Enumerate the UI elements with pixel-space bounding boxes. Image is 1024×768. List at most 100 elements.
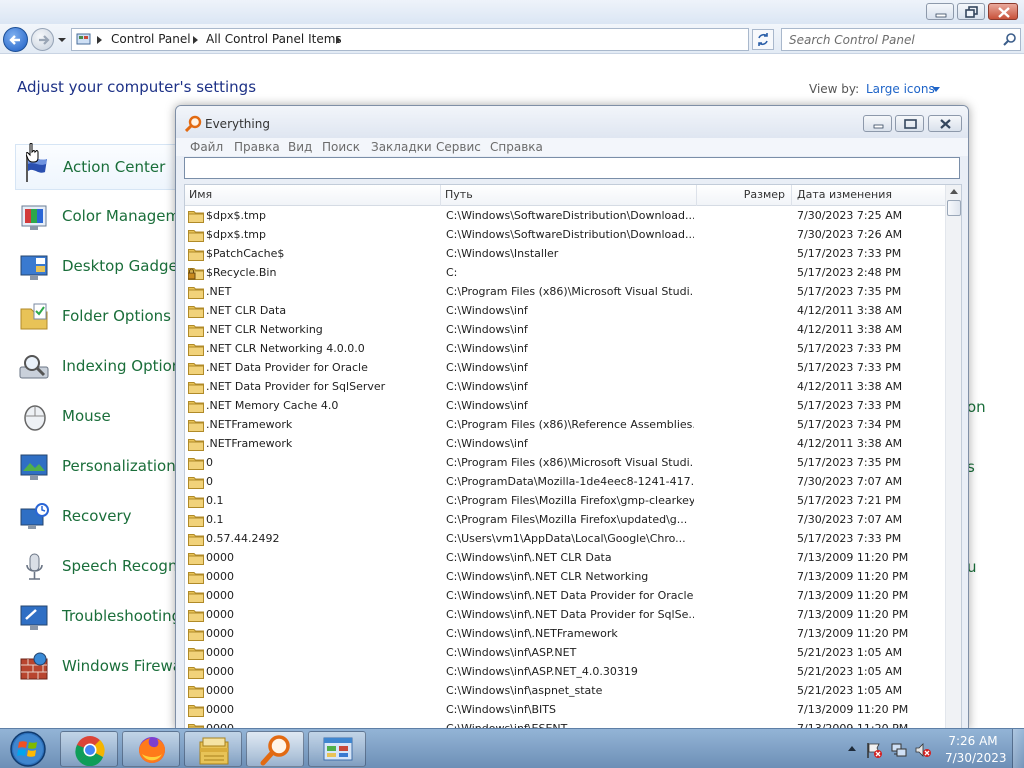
result-row[interactable]: 0000 C:\Windows\inf\.NET CLR Data 7/13/200… xyxy=(185,549,945,568)
show-hidden-icons-button[interactable] xyxy=(848,746,856,751)
folder-icon xyxy=(188,496,204,508)
chevron-down-icon[interactable] xyxy=(932,87,940,92)
menu-search[interactable]: Поиск xyxy=(322,140,360,154)
view-by-dropdown[interactable]: Large icons xyxy=(866,82,935,96)
result-row[interactable]: .NETFramework C:\Program Files (x86)\Refe… xyxy=(185,416,945,435)
cp-item-indexing-options[interactable]: Indexing Options xyxy=(15,344,189,390)
result-row[interactable]: 0000 C:\Windows\inf\.NET CLR Networking 7/… xyxy=(185,568,945,587)
breadcrumb-separator[interactable] xyxy=(336,36,341,44)
taskbar-file-explorer[interactable] xyxy=(184,731,242,767)
volume-muted-icon[interactable] xyxy=(914,741,932,759)
breadcrumb-all-items[interactable]: All Control Panel Items xyxy=(206,32,342,46)
control-panel-icon xyxy=(76,33,91,45)
column-header-size[interactable]: Размер xyxy=(697,185,792,206)
cp-item-desktop-gadgets[interactable]: Desktop Gadgets xyxy=(15,244,191,290)
cp-item-label: Personalization xyxy=(62,457,176,475)
start-button[interactable] xyxy=(2,729,54,768)
result-path: C:\Windows\inf xyxy=(446,342,528,355)
taskbar-control-panel[interactable] xyxy=(308,731,366,767)
forward-button[interactable] xyxy=(31,28,54,51)
results-list[interactable]: Имя Путь Размер Дата изменения $dpx$.tmp… xyxy=(184,184,962,729)
back-button[interactable] xyxy=(3,27,28,52)
everything-titlebar[interactable]: Everything xyxy=(176,106,968,138)
result-row[interactable]: 0 C:\Program Files (x86)\Microsoft Visual… xyxy=(185,454,945,473)
search-icon[interactable] xyxy=(1002,32,1017,47)
result-name: 0000 xyxy=(206,570,234,583)
scrollbar-thumb[interactable] xyxy=(947,200,961,216)
result-row[interactable]: .NET C:\Program Files (x86)\Microsoft Vis… xyxy=(185,283,945,302)
menu-view[interactable]: Вид xyxy=(288,140,312,154)
cp-item-partial-label[interactable]: on xyxy=(967,398,986,416)
result-row[interactable]: 0000 C:\Windows\inf\.NETFramework 7/13/200… xyxy=(185,625,945,644)
cp-item-recovery[interactable]: Recovery xyxy=(15,494,180,540)
menu-file[interactable]: Файл xyxy=(190,140,223,154)
search-input[interactable] xyxy=(783,30,993,49)
result-row[interactable]: .NET CLR Networking C:\Windows\inf 4/12/20… xyxy=(185,321,945,340)
cp-item-personalization[interactable]: Personalization xyxy=(15,444,180,490)
result-name: 0000 xyxy=(206,684,234,697)
menu-tools[interactable]: Сервис xyxy=(436,140,481,154)
result-row[interactable]: 0000 C:\Windows\inf\.NET Data Provider fo… xyxy=(185,606,945,625)
result-row[interactable]: .NET Memory Cache 4.0 C:\Windows\inf 5/17/… xyxy=(185,397,945,416)
taskbar-firefox[interactable] xyxy=(122,731,180,767)
address-bar[interactable]: Control Panel All Control Panel Items xyxy=(71,28,812,51)
result-row[interactable]: 0000 C:\Windows\inf\BITS 7/13/2009 11:20 P… xyxy=(185,701,945,720)
result-row[interactable]: 0.1 C:\Program Files\Mozilla Firefox\upda… xyxy=(185,511,945,530)
result-row[interactable]: $dpx$.tmp C:\Windows\SoftwareDistribution… xyxy=(185,226,945,245)
action-center-flag-icon[interactable] xyxy=(865,741,883,759)
result-row[interactable]: 0000 C:\Windows\inf\.NET Data Provider fo… xyxy=(185,587,945,606)
breadcrumb-separator[interactable] xyxy=(193,36,198,44)
maximize-button[interactable] xyxy=(895,115,924,132)
taskbar-chrome[interactable] xyxy=(60,731,118,767)
cp-item-troubleshooting[interactable]: Troubleshooting xyxy=(15,594,181,640)
vertical-scrollbar[interactable] xyxy=(945,185,961,729)
result-row[interactable]: $PatchCache$ C:\Windows\Installer 5/17/202… xyxy=(185,245,945,264)
column-header-name[interactable]: Имя xyxy=(185,185,441,206)
result-row[interactable]: $dpx$.tmp C:\Windows\SoftwareDistribution… xyxy=(185,207,945,226)
result-row[interactable]: .NET Data Provider for SqlServer C:\Windo… xyxy=(185,378,945,397)
result-row[interactable]: 0000 C:\Windows\inf\ASP.NET_4.0.30319 5/21… xyxy=(185,663,945,682)
result-row[interactable]: .NETFramework C:\Windows\inf 4/12/2011 3:3… xyxy=(185,435,945,454)
minimize-button[interactable] xyxy=(863,115,892,132)
result-date-modified: 5/17/2023 7:35 PM xyxy=(797,285,902,298)
close-button[interactable] xyxy=(928,115,962,132)
result-row[interactable]: .NET Data Provider for Oracle C:\Windows\… xyxy=(185,359,945,378)
result-path: C:\Windows\inf\aspnet_state xyxy=(446,684,603,697)
minimize-button[interactable] xyxy=(926,3,954,20)
scroll-up-arrow-icon[interactable] xyxy=(950,189,958,194)
network-icon[interactable] xyxy=(890,741,908,759)
recent-pages-button[interactable] xyxy=(57,34,67,44)
result-date-modified: 5/21/2023 1:05 AM xyxy=(797,646,903,659)
menu-help[interactable]: Справка xyxy=(490,140,543,154)
result-row[interactable]: .NET CLR Networking 4.0.0.0 C:\Windows\in… xyxy=(185,340,945,359)
refresh-button[interactable] xyxy=(752,29,774,50)
cp-item-windows-firewall[interactable]: Windows Firewa xyxy=(15,644,182,690)
cp-item-mouse[interactable]: Mouse xyxy=(15,394,180,440)
menu-bookmarks[interactable]: Закладки xyxy=(371,140,432,154)
result-row[interactable]: 0000 C:\Windows\inf\ASP.NET 5/21/2023 1:05… xyxy=(185,644,945,663)
result-name: .NET CLR Data xyxy=(206,304,287,317)
cp-item-speech-recognition[interactable]: Speech Recognit xyxy=(15,544,188,590)
breadcrumb-separator[interactable] xyxy=(97,36,102,44)
clock-time[interactable]: 7:26 AM xyxy=(945,734,1001,748)
close-button[interactable] xyxy=(988,3,1018,20)
breadcrumb-control-panel[interactable]: Control Panel xyxy=(111,32,191,46)
result-row[interactable]: 0.1 C:\Program Files\Mozilla Firefox\gmp-… xyxy=(185,492,945,511)
clock-date[interactable]: 7/30/2023 xyxy=(945,751,1007,765)
column-header-date-modified[interactable]: Дата изменения xyxy=(792,185,945,206)
taskbar-everything[interactable] xyxy=(246,731,304,767)
result-row[interactable]: .NET CLR Data C:\Windows\inf 4/12/2011 3:3… xyxy=(185,302,945,321)
result-row[interactable]: 0.57.44.2492 C:\Users\vm1\AppData\Local\G… xyxy=(185,530,945,549)
show-desktop-button[interactable] xyxy=(1012,729,1024,768)
result-row[interactable]: $Recycle.Bin C: 5/17/2023 2:48 PM xyxy=(185,264,945,283)
cp-item-folder-options[interactable]: Folder Options xyxy=(15,294,180,340)
menu-edit[interactable]: Правка xyxy=(234,140,280,154)
result-row[interactable]: 0000 C:\Windows\inf\aspnet_state 5/21/2023… xyxy=(185,682,945,701)
control-panel-search[interactable] xyxy=(781,28,1021,51)
folder-icon xyxy=(188,477,204,489)
result-row[interactable]: 0 C:\ProgramData\Mozilla-1de4eec8-1241-41… xyxy=(185,473,945,492)
cp-item-color-management[interactable]: Color Managem xyxy=(15,194,180,240)
everything-search-input[interactable] xyxy=(184,157,960,179)
restore-button[interactable] xyxy=(957,3,985,20)
column-header-path[interactable]: Путь xyxy=(441,185,697,206)
